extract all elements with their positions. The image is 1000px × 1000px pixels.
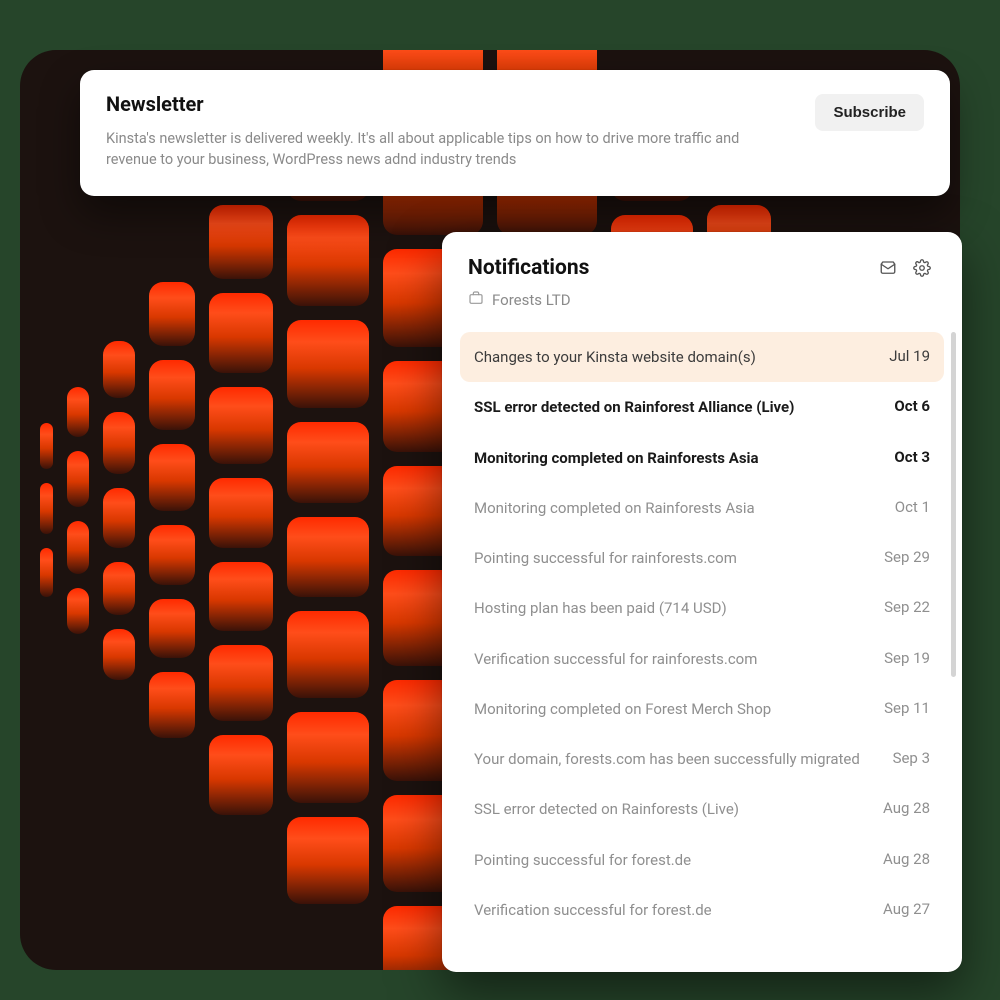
notification-message: Pointing successful for forest.de xyxy=(474,850,867,870)
notification-date: Aug 27 xyxy=(883,900,930,918)
notification-date: Sep 19 xyxy=(884,649,930,667)
notification-item[interactable]: Pointing successful for rainforests.com S… xyxy=(460,533,944,583)
briefcase-icon xyxy=(468,290,484,310)
notification-date: Sep 29 xyxy=(884,548,930,566)
notification-date: Aug 28 xyxy=(883,850,930,868)
notification-message: Verification successful for forest.de xyxy=(474,900,867,920)
notification-item[interactable]: Pointing successful for forest.de Aug 28 xyxy=(460,835,944,885)
notification-date: Jul 19 xyxy=(889,347,930,365)
notification-date: Sep 22 xyxy=(884,598,930,616)
notification-message: SSL error detected on Rainforest Allianc… xyxy=(474,397,878,417)
newsletter-card: Newsletter Kinsta's newsletter is delive… xyxy=(80,70,950,196)
notifications-org: Forests LTD xyxy=(492,291,571,309)
scrollbar[interactable] xyxy=(951,332,956,960)
notification-item[interactable]: Verification successful for rainforests.… xyxy=(460,634,944,684)
notification-date: Sep 3 xyxy=(893,749,930,767)
subscribe-button[interactable]: Subscribe xyxy=(815,94,924,131)
notification-date: Oct 3 xyxy=(894,448,930,466)
notification-date: Aug 28 xyxy=(883,799,930,817)
notification-date: Oct 6 xyxy=(894,397,930,415)
notification-item[interactable]: Hosting plan has been paid (714 USD) Sep … xyxy=(460,583,944,633)
notification-item[interactable]: SSL error detected on Rainforests (Live)… xyxy=(460,784,944,834)
notification-item[interactable]: Monitoring completed on Rainforests Asia… xyxy=(460,483,944,533)
notification-date: Sep 11 xyxy=(884,699,930,717)
notification-item[interactable]: Monitoring completed on Rainforests Asia… xyxy=(460,433,944,483)
notification-message: Monitoring completed on Forest Merch Sho… xyxy=(474,699,868,719)
newsletter-title: Newsletter xyxy=(106,92,795,116)
notification-message: Monitoring completed on Rainforests Asia xyxy=(474,448,878,468)
newsletter-description: Kinsta's newsletter is delivered weekly.… xyxy=(106,128,786,170)
notification-item[interactable]: Monitoring completed on Forest Merch Sho… xyxy=(460,684,944,734)
notifications-list: Changes to your Kinsta website domain(s)… xyxy=(460,332,944,935)
notification-item[interactable]: Changes to your Kinsta website domain(s)… xyxy=(460,332,944,382)
mail-icon[interactable] xyxy=(874,254,902,282)
notifications-title: Notifications xyxy=(468,256,868,280)
notifications-panel: Notifications xyxy=(442,232,962,972)
notification-message: Monitoring completed on Rainforests Asia xyxy=(474,498,879,518)
notification-message: Pointing successful for rainforests.com xyxy=(474,548,868,568)
scrollbar-thumb[interactable] xyxy=(951,332,956,677)
notification-message: Changes to your Kinsta website domain(s) xyxy=(474,347,873,367)
gear-icon[interactable] xyxy=(908,254,936,282)
notification-message: Verification successful for rainforests.… xyxy=(474,649,868,669)
notification-item[interactable]: Your domain, forests.com has been succes… xyxy=(460,734,944,784)
notification-message: SSL error detected on Rainforests (Live) xyxy=(474,799,867,819)
notification-message: Hosting plan has been paid (714 USD) xyxy=(474,598,868,618)
notification-item[interactable]: SSL error detected on Rainforest Allianc… xyxy=(460,382,944,432)
notification-message: Your domain, forests.com has been succes… xyxy=(474,749,877,769)
notification-date: Oct 1 xyxy=(895,498,930,516)
notification-item[interactable]: Verification successful for forest.de Aug… xyxy=(460,885,944,935)
